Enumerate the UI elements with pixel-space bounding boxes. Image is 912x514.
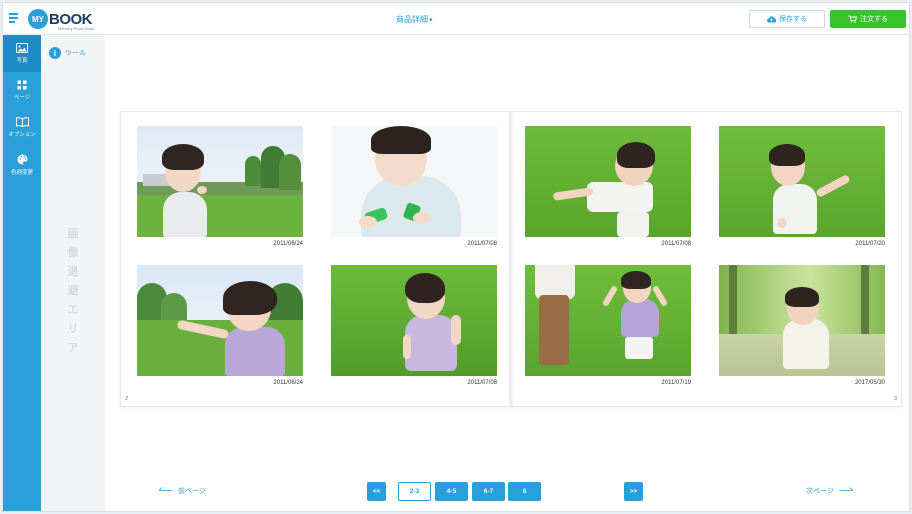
photo-date: 2011/07/19: [661, 380, 691, 386]
rail-item-label: ページ: [13, 95, 31, 101]
photo-date: 2011/07/08: [467, 241, 497, 247]
grid-icon: [17, 80, 27, 90]
book-spine: [508, 112, 514, 406]
image-holding-area[interactable]: 画 像 退 避 エ リ ア: [66, 225, 80, 358]
save-button[interactable]: 保存する: [749, 10, 825, 28]
header-bar: MY BOOK Memory Photo Book 商品詳細▾ 保存する 注文す…: [3, 3, 909, 35]
last-page-button[interactable]: >>: [624, 482, 643, 501]
photo-slot[interactable]: 2011/07/08: [525, 126, 691, 247]
first-page-button[interactable]: <<: [367, 482, 386, 501]
rail-item-label: 色柄変更: [10, 169, 33, 176]
tool-panel: i ツール 画 像 退 避 エ リ ア: [41, 35, 105, 511]
photo-slot[interactable]: 2011/06/24: [137, 126, 303, 247]
info-icon: i: [49, 47, 61, 59]
drop-area-char: 画: [67, 228, 79, 240]
arrow-right-icon: [839, 486, 854, 496]
rail-item-options[interactable]: オプション: [3, 109, 41, 146]
order-label: 注文する: [860, 16, 888, 23]
rail-item-photos[interactable]: 写真: [3, 35, 41, 72]
photo-image[interactable]: [137, 265, 303, 376]
logo-my-badge: MY: [28, 9, 48, 29]
image-icon: [16, 43, 28, 53]
mybook-logo[interactable]: MY BOOK Memory Photo Book: [28, 9, 95, 31]
hamburger-menu-icon[interactable]: [9, 13, 19, 23]
photo-slot[interactable]: 2017/05/30: [719, 265, 885, 386]
next-page-link[interactable]: 次ページ: [806, 486, 854, 496]
photo-date: 2011/07/20: [855, 241, 885, 247]
logo-subtitle: Memory Photo Book: [58, 26, 95, 31]
logo-book-text: BOOK: [49, 10, 93, 28]
photo-date: 2011/07/08: [467, 380, 497, 386]
caret-down-icon: ▾: [429, 17, 433, 24]
drop-area-char: 像: [67, 247, 79, 259]
photo-slot[interactable]: 2011/07/08: [331, 265, 497, 386]
photo-image[interactable]: [719, 265, 885, 376]
drop-area-char: 退: [67, 266, 79, 278]
photo-date: 2011/06/24: [273, 380, 303, 386]
book-spread: 2 3 2011/06/24 2011/07/08 2011/07/08 201…: [121, 112, 901, 406]
photo-slot[interactable]: 2011/06/24: [137, 265, 303, 386]
drop-area-char: ア: [67, 342, 79, 354]
book-icon: [15, 117, 29, 127]
right-page-number: 3: [893, 396, 897, 402]
left-page-number: 2: [125, 396, 129, 402]
page-button-8[interactable]: 8: [508, 482, 541, 501]
save-label: 保存する: [779, 16, 807, 23]
previous-page-label: 前ページ: [178, 488, 206, 495]
rail-item-label: オプション: [8, 132, 36, 138]
photo-image[interactable]: [719, 126, 885, 237]
page-button-2-3[interactable]: 2-3: [398, 482, 431, 501]
photo-date: 2017/05/30: [854, 380, 885, 386]
left-icon-rail: 写真 ページ オプション 色柄変更: [3, 35, 41, 511]
rail-item-color-change[interactable]: 色柄変更: [3, 146, 41, 183]
tool-label: ツール: [65, 50, 86, 57]
page-button-6-7[interactable]: 6-7: [472, 482, 505, 501]
cart-icon: [848, 15, 857, 23]
tool-panel-pointer: [41, 49, 46, 59]
drop-area-char: リ: [67, 323, 79, 335]
previous-page-link[interactable]: 前ページ: [158, 486, 206, 496]
arrow-left-icon: [158, 486, 173, 496]
product-details-dropdown[interactable]: 商品詳細▾: [396, 14, 433, 25]
photo-image[interactable]: [137, 126, 303, 237]
photo-slot[interactable]: 2011/07/20: [719, 126, 885, 247]
photo-image[interactable]: [525, 126, 691, 237]
photo-image[interactable]: [525, 265, 691, 376]
page-button-4-5[interactable]: 4-5: [435, 482, 468, 501]
rail-item-label: 写真: [16, 58, 28, 64]
palette-icon: [17, 154, 28, 165]
product-details-label: 商品詳細: [396, 15, 428, 24]
tool-toggle[interactable]: i ツール: [49, 47, 86, 59]
photo-date: 2011/07/08: [661, 241, 691, 247]
photo-slot[interactable]: 2011/07/08: [331, 126, 497, 247]
photo-image[interactable]: [331, 265, 497, 376]
next-page-label: 次ページ: [806, 488, 834, 495]
cloud-upload-icon: [767, 15, 776, 23]
photo-date: 2011/06/24: [273, 241, 303, 247]
drop-area-char: エ: [67, 304, 79, 316]
drop-area-char: 避: [67, 285, 79, 297]
photo-image[interactable]: [331, 126, 497, 237]
rail-item-pages[interactable]: ページ: [3, 72, 41, 109]
photo-slot[interactable]: 2011/07/19: [525, 265, 691, 386]
app-window: MY BOOK Memory Photo Book 商品詳細▾ 保存する 注文す…: [2, 2, 910, 512]
order-button[interactable]: 注文する: [830, 10, 906, 28]
